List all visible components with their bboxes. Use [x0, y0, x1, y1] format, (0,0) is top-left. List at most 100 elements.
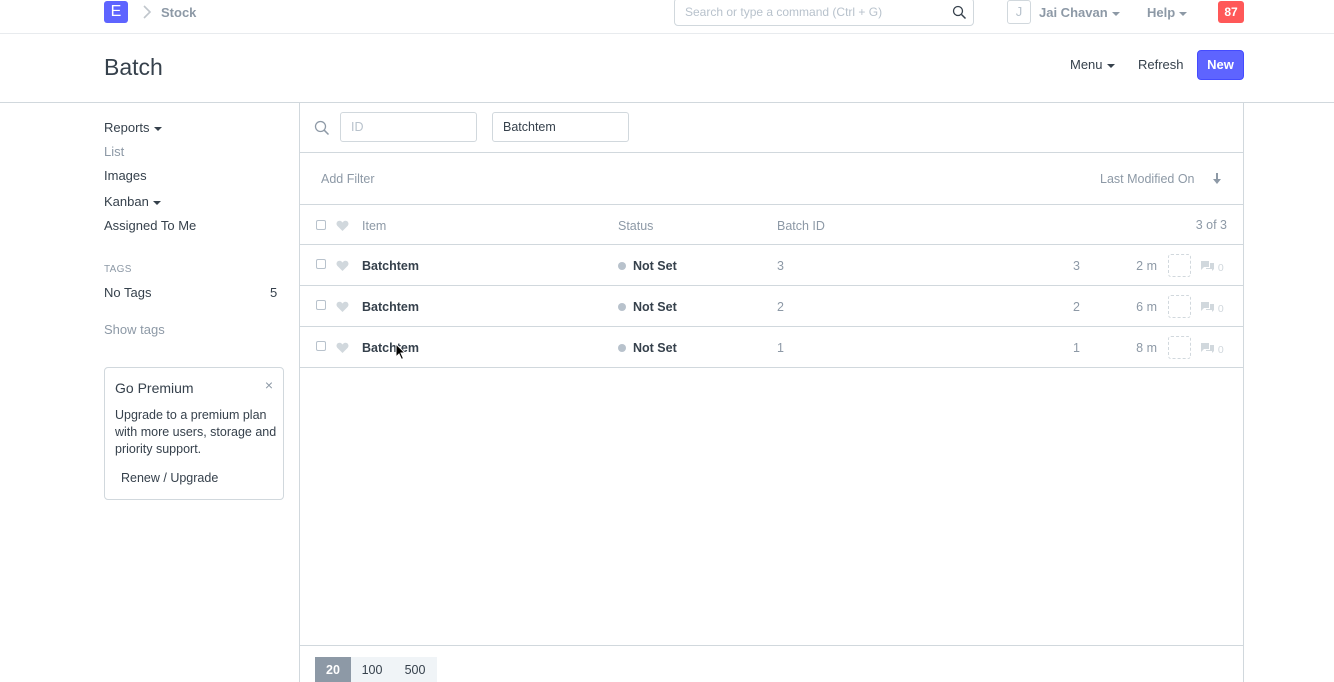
app-logo[interactable]: E	[104, 1, 128, 23]
table-row[interactable]: Batchtem Not Set 2 2 6 m 0	[300, 286, 1243, 327]
id-filter	[340, 112, 477, 142]
list-header: Item Status Batch ID 3 of 3	[300, 205, 1243, 245]
refresh-button[interactable]: Refresh	[1138, 57, 1184, 72]
user-menu[interactable]: Jai Chavan	[1039, 5, 1120, 20]
close-icon[interactable]: ×	[265, 377, 273, 393]
sidebar-item-reports[interactable]: Reports	[104, 120, 162, 135]
premium-text: Upgrade to a premium plan with more user…	[115, 408, 277, 456]
assign-avatar-placeholder[interactable]	[1168, 336, 1191, 359]
caret-down-icon	[152, 200, 161, 205]
comment-count[interactable]: 0	[1200, 260, 1224, 274]
column-batch-id: Batch ID	[777, 219, 825, 233]
comment-icon	[1201, 302, 1214, 312]
menu-button[interactable]: Menu	[1070, 57, 1115, 72]
avatar[interactable]: J	[1007, 0, 1031, 24]
modified-time: 6 m	[1136, 300, 1157, 314]
status-dot-icon	[618, 262, 626, 270]
standard-filters	[300, 103, 1243, 153]
page-title: Batch	[104, 54, 163, 80]
heart-icon[interactable]	[336, 342, 349, 354]
modified-time: 2 m	[1136, 259, 1157, 273]
new-button[interactable]: New	[1197, 50, 1244, 80]
status-indicator[interactable]: Not Set	[618, 300, 677, 314]
awesomebar-search	[674, 0, 974, 26]
comment-count[interactable]: 0	[1200, 342, 1224, 356]
caret-down-icon	[1179, 11, 1188, 16]
navbar: E Stock J Jai Chavan Help 87	[0, 0, 1334, 34]
select-all-checkbox[interactable]	[316, 220, 326, 230]
status-label: Not Set	[633, 341, 677, 355]
status-dot-icon	[618, 344, 626, 352]
result-count: 3 of 3	[1195, 218, 1227, 232]
comment-count-label: 0	[1217, 262, 1224, 274]
assign-avatar-placeholder[interactable]	[1168, 295, 1191, 318]
comment-icon	[1201, 261, 1214, 271]
search-icon[interactable]	[952, 5, 967, 20]
name-cell: 1	[1073, 341, 1080, 355]
table-row[interactable]: Batchtem Not Set 3 3 2 m 0	[300, 245, 1243, 286]
search-icon	[314, 120, 330, 136]
assign-avatar-placeholder[interactable]	[1168, 254, 1191, 277]
go-premium-card: Go Premium × Upgrade to a premium plan w…	[104, 367, 284, 500]
show-tags-link[interactable]: Show tags	[104, 322, 165, 337]
sidebar-item-label: Reports	[104, 120, 150, 135]
comment-icon	[1201, 343, 1214, 353]
sort-descending-icon[interactable]	[1212, 172, 1222, 186]
sidebar-item-list[interactable]: List	[104, 144, 124, 159]
status-indicator[interactable]: Not Set	[618, 259, 677, 273]
help-label: Help	[1147, 5, 1176, 20]
name-cell: 3	[1073, 259, 1080, 273]
breadcrumb-stock[interactable]: Stock	[161, 5, 196, 20]
filter-sort-bar: Add Filter Last Modified On	[300, 153, 1243, 205]
row-checkbox[interactable]	[316, 300, 326, 310]
heart-icon[interactable]	[336, 301, 349, 313]
id-filter-input[interactable]	[341, 113, 471, 141]
modified-time: 8 m	[1136, 341, 1157, 355]
help-menu[interactable]: Help	[1147, 5, 1188, 20]
name-cell: 2	[1073, 300, 1080, 314]
tags-heading: TAGS	[104, 264, 132, 275]
item-filter	[492, 112, 629, 142]
column-status: Status	[618, 219, 654, 233]
renew-upgrade-link[interactable]: Renew / Upgrade	[121, 471, 218, 485]
item-link[interactable]: Batchtem	[362, 300, 419, 314]
row-checkbox[interactable]	[316, 341, 326, 351]
heart-icon[interactable]	[336, 260, 349, 272]
no-tags-count: 5	[270, 285, 278, 300]
chevron-right-icon	[143, 5, 152, 19]
sidebar-item-kanban[interactable]: Kanban	[104, 194, 161, 209]
row-checkbox[interactable]	[316, 259, 326, 269]
column-item: Item	[362, 219, 387, 233]
paging-area: 20 100 500	[300, 645, 1243, 682]
table-row[interactable]: Batchtem Not Set 1 1 8 m 0	[300, 327, 1243, 368]
sidebar-item-images[interactable]: Images	[104, 168, 147, 183]
item-link[interactable]: Batchtem	[362, 341, 419, 355]
notification-badge[interactable]: 87	[1218, 1, 1244, 23]
page-size-20-button[interactable]: 20	[315, 657, 351, 682]
sidebar-item-assigned-to-me[interactable]: Assigned To Me	[104, 218, 196, 233]
mouse-cursor-icon	[395, 343, 407, 361]
comment-count-label: 0	[1217, 344, 1224, 356]
heart-icon[interactable]	[336, 220, 349, 232]
list-panel: Add Filter Last Modified On Item Status …	[299, 103, 1244, 682]
caret-down-icon	[1106, 63, 1115, 68]
user-name-label: Jai Chavan	[1039, 5, 1108, 20]
status-label: Not Set	[633, 300, 677, 314]
page-size-500-button[interactable]: 500	[393, 657, 437, 682]
search-input[interactable]	[675, 0, 935, 25]
sidebar-item-no-tags[interactable]: No Tags	[104, 285, 151, 300]
sort-selector[interactable]: Last Modified On	[1100, 172, 1195, 186]
status-label: Not Set	[633, 259, 677, 273]
caret-down-icon	[1111, 11, 1120, 16]
item-filter-input[interactable]	[493, 113, 623, 141]
batch-id-cell: 1	[777, 341, 784, 355]
premium-title: Go Premium	[115, 380, 194, 396]
add-filter-button[interactable]: Add Filter	[321, 172, 375, 186]
status-dot-icon	[618, 303, 626, 311]
caret-down-icon	[153, 126, 162, 131]
menu-label: Menu	[1070, 57, 1103, 72]
status-indicator[interactable]: Not Set	[618, 341, 677, 355]
item-link[interactable]: Batchtem	[362, 259, 419, 273]
page-size-100-button[interactable]: 100	[351, 657, 393, 682]
comment-count[interactable]: 0	[1200, 301, 1224, 315]
